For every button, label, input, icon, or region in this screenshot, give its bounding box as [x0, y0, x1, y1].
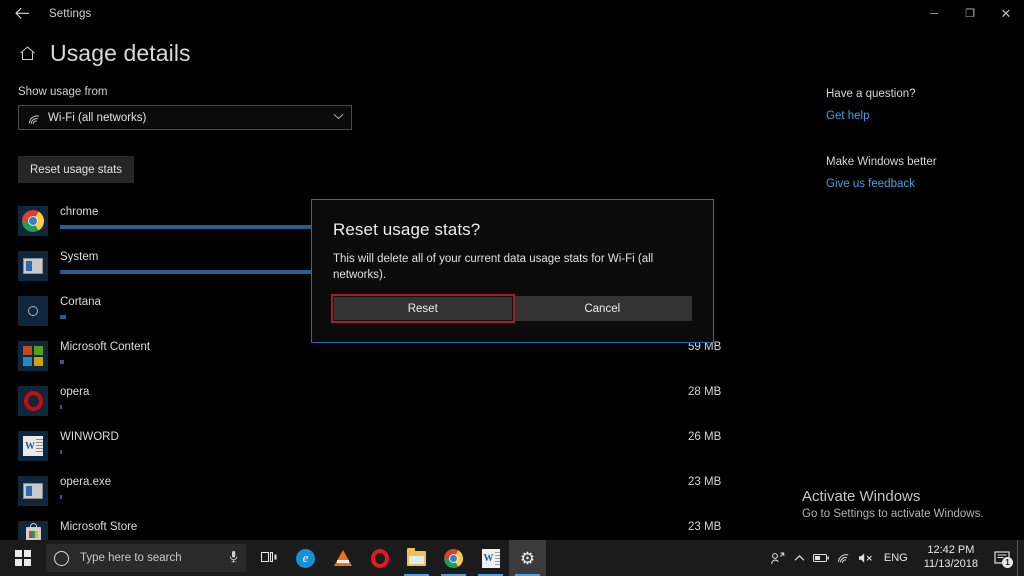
taskbar-app-file-explorer[interactable] [398, 540, 435, 576]
network-select[interactable]: Wi-Fi (all networks) [18, 105, 352, 130]
task-view-icon [260, 551, 277, 566]
windows-start-icon [15, 550, 31, 566]
window-titlebar: Settings ─ ❐ ✕ [0, 0, 1024, 27]
table-row[interactable]: opera.exe 23 MB [18, 475, 778, 520]
opera-icon [370, 548, 389, 568]
watermark-title: Activate Windows [802, 488, 921, 505]
edge-icon: e [296, 548, 315, 568]
app-name: opera.exe [60, 476, 112, 488]
maximize-button[interactable]: ❐ [952, 0, 988, 27]
table-row[interactable]: W WINWORD 26 MB [18, 430, 778, 475]
taskbar-app-opera[interactable] [361, 540, 398, 576]
chrome-icon [18, 206, 48, 236]
system-tray: ENG 12:42 PM 11/13/2018 1 [767, 540, 1024, 576]
reset-usage-stats-button[interactable]: Reset usage stats [18, 156, 135, 183]
usage-bar [60, 360, 678, 364]
show-desktop-button[interactable] [1017, 540, 1024, 576]
search-input[interactable]: Type here to search [46, 544, 246, 572]
opera-icon [18, 386, 48, 416]
gear-icon: ⚙ [519, 548, 536, 568]
back-button[interactable] [0, 0, 44, 27]
clock-date: 11/13/2018 [923, 558, 978, 570]
taskbar: Type here to search e W ⚙ ENG 12:42 PM 1… [0, 540, 1024, 576]
make-windows-better-heading: Make Windows better [826, 156, 937, 168]
chevron-down-icon [333, 113, 344, 122]
app-size: 26 MB [688, 431, 722, 443]
activate-windows-watermark: Activate Windows Go to Settings to activ… [802, 488, 984, 520]
table-row[interactable]: Microsoft Content 59 MB [18, 340, 778, 385]
vlc-cone-icon [333, 550, 352, 566]
wifi-icon [27, 111, 41, 125]
page-header: Usage details [18, 40, 191, 67]
give-us-feedback-link[interactable]: Give us feedback [826, 178, 915, 190]
usage-bar [60, 495, 678, 499]
window-icon [18, 476, 48, 506]
back-arrow-icon [14, 7, 29, 19]
watermark-subtitle: Go to Settings to activate Windows. [802, 508, 984, 520]
app-size: 28 MB [688, 386, 722, 398]
dialog-body-text: This will delete all of your current dat… [333, 253, 654, 281]
cortana-circle-icon [54, 550, 69, 566]
home-icon[interactable] [18, 45, 36, 63]
taskbar-app-word[interactable]: W [472, 540, 509, 576]
chrome-icon [444, 548, 463, 568]
volume-muted-icon[interactable] [855, 540, 877, 576]
task-view-button[interactable] [250, 540, 287, 576]
microsoft-logo-icon [18, 341, 48, 371]
window-icon [18, 251, 48, 281]
minimize-button[interactable]: ─ [916, 0, 952, 27]
page-title: Usage details [50, 40, 191, 66]
window-controls: ─ ❐ ✕ [916, 0, 1024, 27]
get-help-link[interactable]: Get help [826, 110, 869, 122]
word-icon: W [481, 548, 500, 568]
people-icon[interactable] [767, 540, 789, 576]
folder-icon [407, 547, 426, 566]
window-title: Settings [49, 7, 92, 20]
usage-bar [60, 405, 678, 409]
clock[interactable]: 12:42 PM 11/13/2018 [915, 544, 987, 572]
app-size: 23 MB [688, 521, 722, 533]
microphone-icon[interactable] [229, 550, 238, 566]
show-usage-from-label: Show usage from [18, 86, 108, 98]
app-name: WINWORD [60, 431, 119, 443]
start-button[interactable] [0, 540, 46, 576]
search-placeholder: Type here to search [80, 552, 182, 564]
app-name: opera [60, 386, 90, 398]
taskbar-app-vlc[interactable] [324, 540, 361, 576]
cortana-icon [18, 296, 48, 326]
word-icon: W [18, 431, 48, 461]
taskbar-app-settings[interactable]: ⚙ [509, 540, 546, 576]
language-indicator[interactable]: ENG [877, 552, 915, 564]
clock-time: 12:42 PM [927, 544, 975, 557]
table-row[interactable]: opera 28 MB [18, 385, 778, 430]
taskbar-apps: e W ⚙ [250, 540, 546, 576]
show-hidden-icons-chevron[interactable] [789, 540, 811, 576]
network-select-value: Wi-Fi (all networks) [48, 111, 147, 124]
action-center-button[interactable]: 1 [987, 540, 1017, 576]
taskbar-app-edge[interactable]: e [287, 540, 324, 576]
taskbar-app-chrome[interactable] [435, 540, 472, 576]
app-size: 23 MB [688, 476, 722, 488]
wifi-icon[interactable] [833, 540, 855, 576]
close-button[interactable]: ✕ [988, 0, 1024, 27]
usage-bar [60, 450, 678, 454]
dialog-reset-button[interactable]: Reset [331, 294, 515, 323]
action-center-badge: 1 [1002, 557, 1013, 568]
right-rail: Have a question? Get help Make Windows b… [826, 88, 1016, 192]
dialog-cancel-button[interactable]: Cancel [512, 296, 692, 321]
have-a-question-heading: Have a question? [826, 88, 916, 100]
battery-icon[interactable] [811, 540, 833, 576]
reset-usage-stats-dialog: Reset usage stats? This will delete all … [311, 199, 714, 343]
app-name: Microsoft Store [60, 521, 138, 533]
dialog-actions: Reset Cancel [331, 294, 692, 323]
dialog-title: Reset usage stats? [333, 220, 481, 239]
